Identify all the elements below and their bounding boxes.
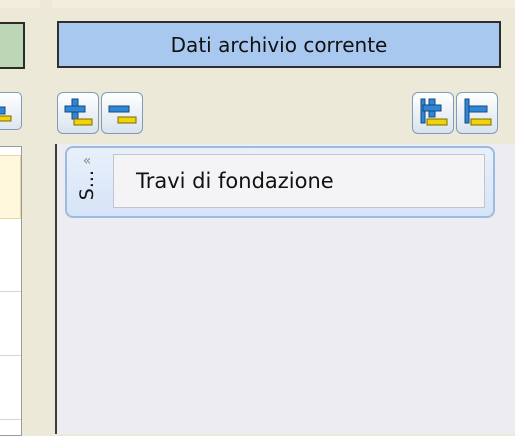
add-item-button[interactable] <box>57 92 99 134</box>
archive-list[interactable]: « S... Travi di fondazione <box>55 144 515 434</box>
panel-title: Dati archivio corrente <box>57 21 501 68</box>
left-panel-header <box>0 22 25 69</box>
item-tab-label: S... <box>76 170 98 201</box>
chevron-up-icon: « <box>82 153 92 169</box>
remove-item-button[interactable] <box>101 92 143 134</box>
remove-group-icon <box>464 98 492 126</box>
item-label[interactable]: Travi di fondazione <box>113 154 485 208</box>
remove-item-icon <box>108 105 137 124</box>
window-top-strip <box>0 0 515 8</box>
remove-group-button[interactable] <box>456 92 498 134</box>
list-item[interactable] <box>0 231 21 292</box>
list-item[interactable] <box>0 295 21 356</box>
list-item[interactable] <box>0 359 21 420</box>
panel-splitter[interactable] <box>40 0 52 420</box>
collapse-handle[interactable]: « S... <box>69 150 105 214</box>
left-panel <box>0 0 42 436</box>
add-item-icon <box>64 98 93 126</box>
left-remove-button[interactable] <box>0 92 22 130</box>
add-group-icon <box>420 98 448 126</box>
add-group-button[interactable] <box>412 92 454 134</box>
list-item[interactable] <box>0 155 21 219</box>
list-item[interactable]: « S... Travi di fondazione <box>65 146 495 218</box>
left-list[interactable] <box>0 146 22 436</box>
remove-item-icon <box>0 106 12 122</box>
